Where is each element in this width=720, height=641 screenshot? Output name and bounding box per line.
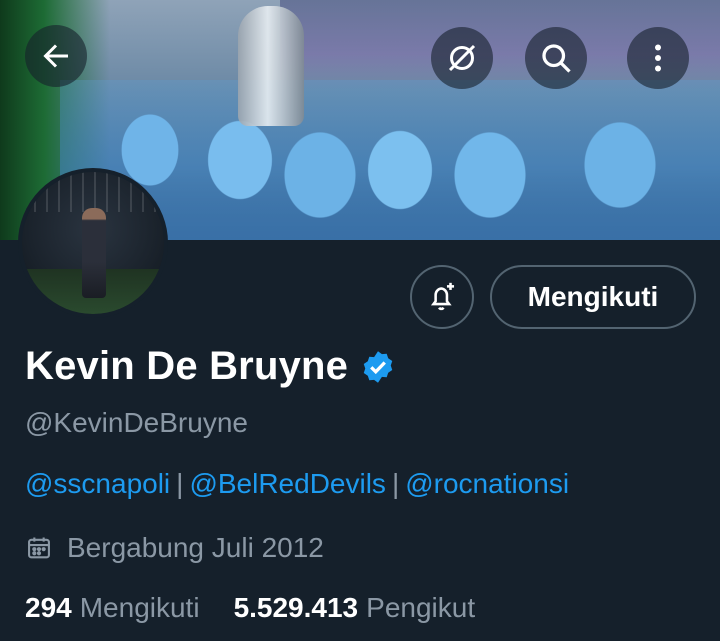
- notifications-button[interactable]: [410, 265, 474, 329]
- bio-separator: |: [391, 468, 400, 499]
- following-count: 294: [25, 592, 72, 623]
- profile-name-row: Kevin De Bruyne: [25, 344, 396, 389]
- arrow-left-icon: [43, 44, 68, 68]
- profile-name: Kevin De Bruyne: [25, 344, 349, 388]
- followers-count: 5.529.413: [233, 592, 359, 623]
- followers-label: Pengikut: [366, 592, 476, 623]
- following-stat[interactable]: 294 Mengikuti: [25, 592, 200, 624]
- avatar[interactable]: [18, 168, 168, 318]
- back-button[interactable]: [25, 25, 87, 87]
- profile-bio: @sscnapoli | @BelRedDevils | @rocnationsi: [25, 468, 569, 500]
- more-button[interactable]: [627, 27, 689, 89]
- bio-link-sscnapoli[interactable]: @sscnapoli: [25, 468, 170, 499]
- following-button[interactable]: Mengikuti: [490, 265, 696, 329]
- verified-badge-icon[interactable]: [360, 349, 396, 385]
- bell-plus-icon: [430, 282, 455, 311]
- bio-separator: |: [176, 468, 184, 499]
- joined-text: Bergabung Juli 2012: [67, 532, 324, 563]
- following-label: Mengikuti: [79, 592, 200, 623]
- bio-link-rocnationsi[interactable]: @rocnationsi: [405, 468, 569, 499]
- bio-link-belreddevils[interactable]: @BelRedDevils: [189, 468, 386, 499]
- search-icon: [542, 44, 571, 73]
- more-vertical-icon: [655, 44, 661, 72]
- followers-stat[interactable]: 5.529.413 Pengikut: [234, 592, 476, 624]
- hide-button[interactable]: [431, 27, 493, 89]
- avatar-stadium-lights: [22, 172, 164, 212]
- profile-handle: @KevinDeBruyne: [25, 407, 248, 438]
- eye-slash-icon: [448, 44, 476, 72]
- calendar-icon: [28, 537, 50, 559]
- avatar-player: [82, 208, 106, 298]
- joined-date: Bergabung Juli 2012: [25, 532, 324, 564]
- search-button[interactable]: [525, 27, 587, 89]
- profile-stats: 294 Mengikuti 5.529.413 Pengikut: [25, 592, 475, 624]
- banner-trophy: [238, 6, 304, 126]
